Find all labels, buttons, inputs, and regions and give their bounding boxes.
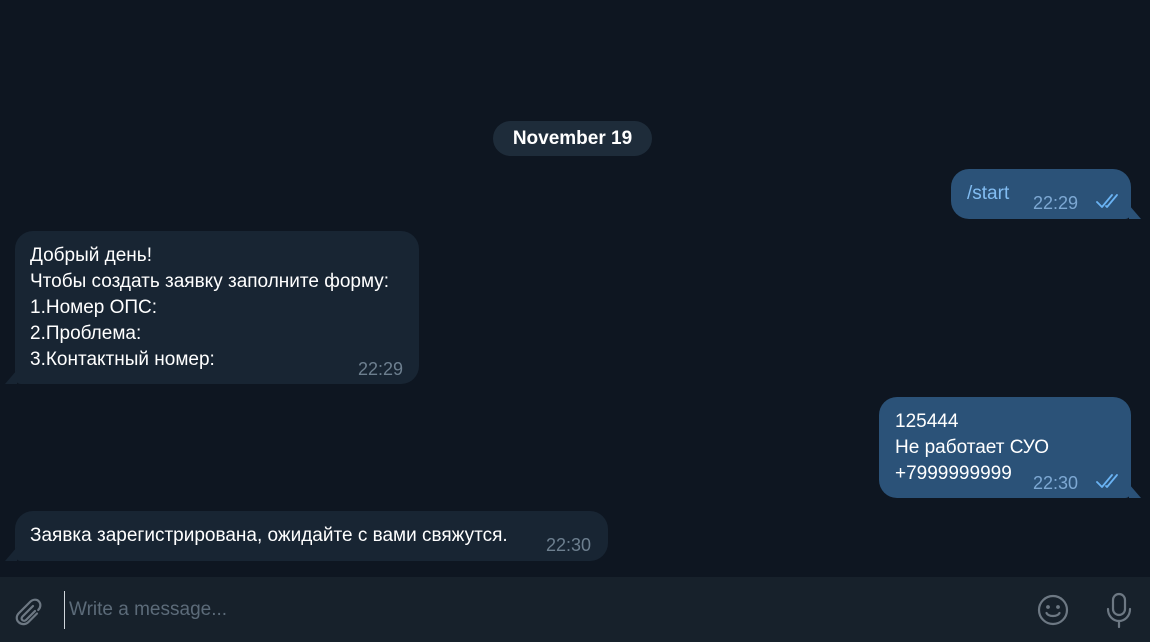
message-bubble-incoming[interactable]: Заявка зарегистрирована, ожидайте с вами… xyxy=(15,511,608,561)
message-bubble-outgoing[interactable]: 125444 Не работает СУО +7999999999 22:30 xyxy=(879,397,1131,498)
message-bubble-incoming[interactable]: Добрый день! Чтобы создать заявку заполн… xyxy=(15,231,419,384)
message-time: 22:29 xyxy=(1033,193,1079,213)
message-text: Добрый день! Чтобы создать заявку заполн… xyxy=(30,243,389,373)
bot-command-link[interactable]: /start xyxy=(967,181,1009,207)
message-line: Не работает СУО xyxy=(895,437,1050,458)
double-check-icon xyxy=(1096,474,1118,488)
date-separator: November 19 xyxy=(493,121,652,156)
smiley-icon[interactable] xyxy=(1035,592,1071,628)
message-line: 3.Контактный номер: xyxy=(30,349,215,370)
paperclip-icon[interactable] xyxy=(8,593,44,629)
message-composer xyxy=(0,577,1150,642)
message-line: 2.Проблема: xyxy=(30,323,142,344)
microphone-icon[interactable] xyxy=(1102,591,1136,629)
message-line: Чтобы создать заявку заполните форму: xyxy=(30,271,390,292)
message-time: 22:29 xyxy=(358,359,404,379)
message-time: 22:30 xyxy=(1033,473,1079,493)
message-history[interactable]: November 19 /start 22:29 Добрый день! Чт… xyxy=(0,0,1150,577)
message-input[interactable] xyxy=(64,591,1019,629)
message-text: 125444 Не работает СУО +7999999999 xyxy=(895,409,1049,487)
message-text: Заявка зарегистрирована, ожидайте с вами… xyxy=(30,525,508,546)
message-line: +7999999999 xyxy=(895,463,1012,484)
message-time: 22:30 xyxy=(546,535,592,555)
message-line: Добрый день! xyxy=(30,245,152,266)
bubble-tail xyxy=(5,370,17,384)
telegram-chat-window: November 19 /start 22:29 Добрый день! Чт… xyxy=(0,0,1150,642)
message-line: 1.Номер ОПС: xyxy=(30,297,158,318)
message-bubble-outgoing[interactable]: /start 22:29 xyxy=(951,169,1131,219)
double-check-icon xyxy=(1096,194,1118,208)
message-line: 125444 xyxy=(895,411,959,432)
